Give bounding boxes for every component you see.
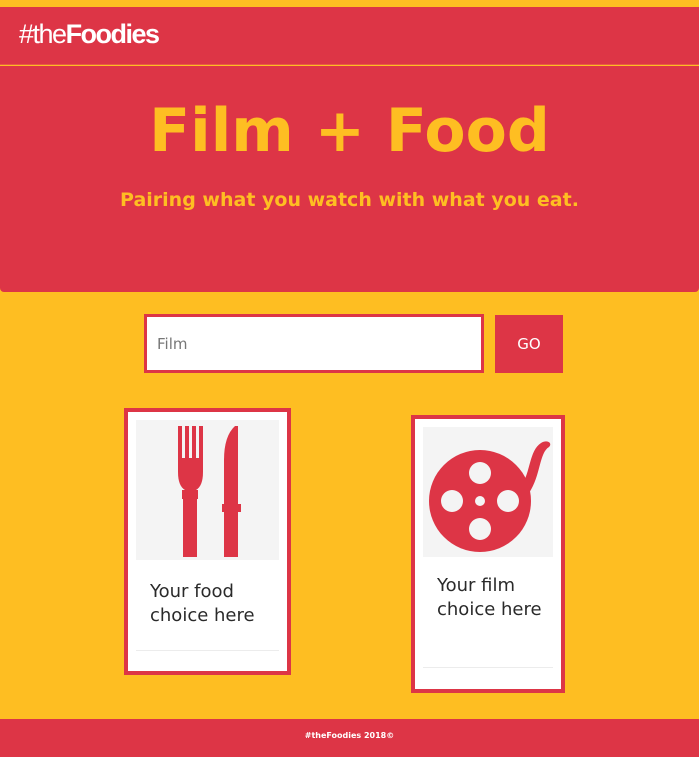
- food-card-divider: [136, 650, 279, 651]
- page: #theFoodies Film + Food Pairing what you…: [0, 0, 699, 760]
- food-image: [136, 420, 279, 560]
- page-subtitle: Pairing what you watch with what you eat…: [120, 189, 579, 211]
- film-card-divider: [423, 667, 553, 668]
- search-form: GO: [0, 314, 699, 374]
- page-title: Film + Food: [149, 96, 550, 166]
- hero-jumbotron: Film + Food Pairing what you watch with …: [0, 66, 699, 292]
- fork-knife-icon: [178, 426, 241, 557]
- navbar: #theFoodies: [0, 7, 699, 65]
- brand-prefix: #the: [19, 19, 67, 49]
- brand-name: Foodies: [65, 19, 161, 49]
- film-choice-text: Your film choice here: [437, 575, 542, 620]
- go-button[interactable]: GO: [495, 315, 563, 373]
- film-card: Your film choice here: [411, 415, 565, 693]
- brand-logo[interactable]: #theFoodies: [19, 19, 161, 50]
- film-reel-icon: [429, 441, 551, 552]
- food-choice-text: Your food choice here: [150, 581, 255, 626]
- footer-copyright: #theFoodies 2018©: [304, 731, 395, 740]
- film-search-input[interactable]: [144, 314, 484, 373]
- footer: #theFoodies 2018©: [0, 719, 699, 757]
- film-image: [423, 427, 553, 557]
- food-card: Your food choice here: [124, 408, 291, 675]
